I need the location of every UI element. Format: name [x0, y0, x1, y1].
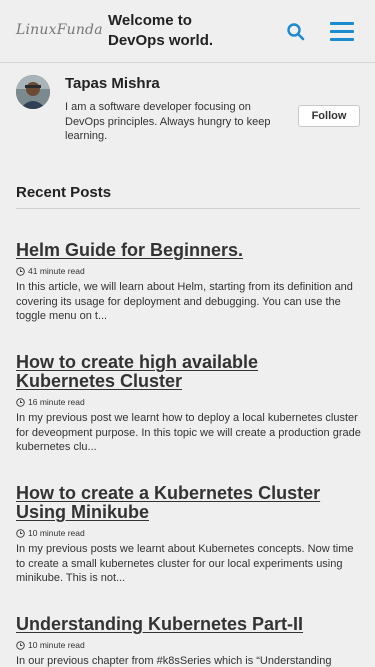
post-title-link[interactable]: Helm Guide for Beginners.	[16, 241, 361, 260]
post-excerpt: In our previous chapter from #k8sSeries …	[16, 655, 332, 667]
post-item: How to create a Kubernetes Cluster Using…	[16, 484, 361, 586]
post-item: Helm Guide for Beginners. 41 minute read…	[16, 241, 361, 324]
post-title-link[interactable]: How to create a Kubernetes Cluster Using…	[16, 484, 361, 522]
search-icon	[287, 23, 305, 41]
clock-icon	[16, 397, 25, 407]
post-excerpt: In this article, we will learn about Hel…	[16, 281, 353, 322]
read-time: 16 minute read	[28, 397, 85, 407]
author-name: Tapas Mishra	[65, 75, 160, 92]
post-meta: 16 minute read	[16, 396, 361, 408]
post-item: How to create high available Kubernetes …	[16, 353, 361, 455]
post-title-link[interactable]: Understanding Kubernetes Part-II	[16, 615, 361, 634]
post-excerpt: In my previous posts we learnt about Kub…	[16, 543, 354, 584]
site-title[interactable]: Welcome to DevOps world.	[108, 11, 248, 51]
read-time: 41 minute read	[28, 266, 85, 276]
author-profile: Tapas Mishra I am a software developer f…	[0, 63, 375, 163]
post-excerpt: In my previous post we learnt how to dep…	[16, 412, 361, 453]
clock-icon	[16, 266, 25, 276]
post-title-link[interactable]: How to create high available Kubernetes …	[16, 353, 361, 391]
post-meta: 41 minute read	[16, 265, 361, 277]
follow-button[interactable]: Follow	[298, 105, 360, 127]
avatar	[16, 75, 50, 109]
read-time: 10 minute read	[28, 528, 85, 538]
author-bio: I am a software developer focusing on De…	[65, 101, 271, 142]
search-button[interactable]	[285, 21, 307, 43]
menu-toggle-button[interactable]	[330, 22, 354, 42]
clock-icon	[16, 528, 25, 538]
post-item: Understanding Kubernetes Part-II 10 minu…	[16, 615, 361, 667]
site-logo[interactable]: LinuxFunda	[16, 22, 103, 38]
read-time: 10 minute read	[28, 640, 85, 650]
section-divider	[16, 208, 360, 209]
post-meta: 10 minute read	[16, 527, 361, 539]
recent-posts-heading: Recent Posts	[16, 184, 112, 201]
post-meta: 10 minute read	[16, 639, 361, 651]
clock-icon	[16, 640, 25, 650]
masthead: LinuxFunda Welcome to DevOps world.	[0, 0, 375, 63]
